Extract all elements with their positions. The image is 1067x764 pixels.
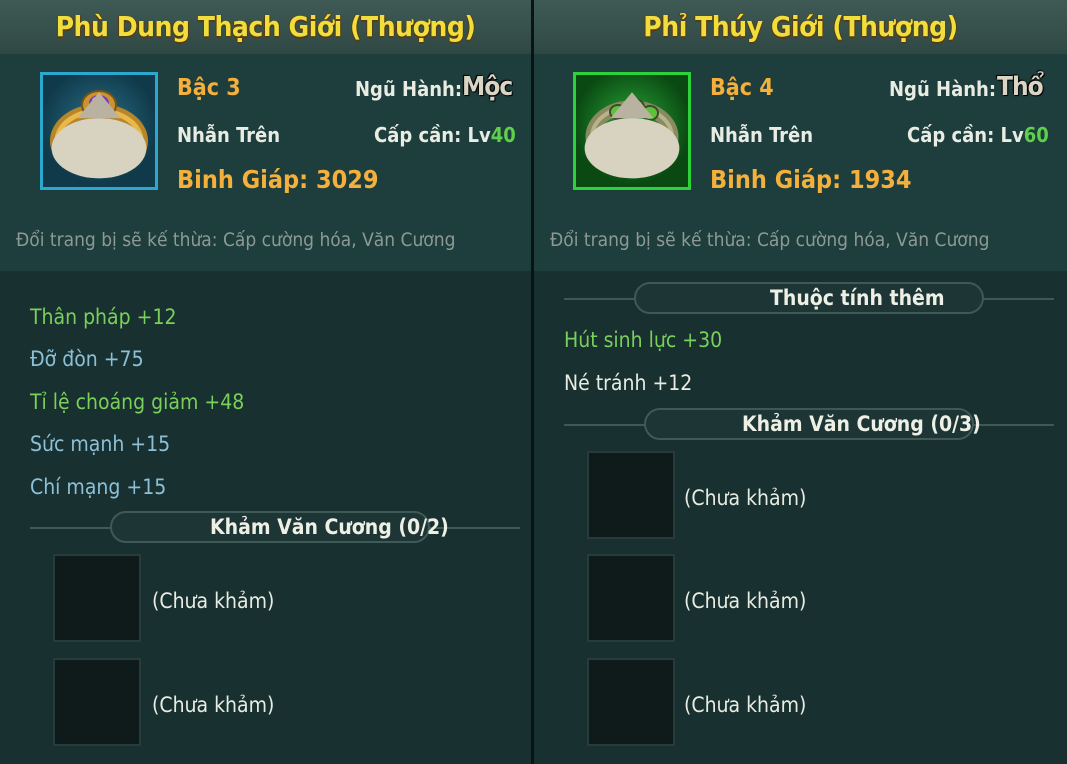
element-value: Thổ — [997, 72, 1044, 102]
element-value: Mộc — [462, 72, 513, 102]
socket-status: (Chưa khảm) — [152, 693, 275, 717]
stat-line: Tỉ lệ choáng giảm +48 — [30, 390, 245, 414]
element-label: Ngũ Hành: — [355, 77, 463, 101]
inherit-note: Đổi trang bị sẽ kế thừa: Cấp cường hóa, … — [16, 229, 456, 251]
socket-status: (Chưa khảm) — [152, 589, 275, 613]
socket-section-header: Khảm Văn Cương (0/2) — [30, 511, 520, 545]
stat-line: Hút sinh lực +30 — [564, 328, 723, 352]
stat-line: Sức mạnh +15 — [30, 432, 171, 456]
level-requirement: Cấp cần: Lv40 — [374, 123, 516, 147]
item-name: Phỉ Thúy Giới (Thượng) — [643, 10, 958, 43]
item-tier: Bậc 3 — [177, 75, 241, 101]
stat-line: Thân pháp +12 — [30, 305, 177, 329]
item-icon-frame[interactable] — [573, 72, 691, 190]
inherit-note: Đổi trang bị sẽ kế thừa: Cấp cường hóa, … — [550, 229, 990, 251]
item-tier: Bậc 4 — [710, 75, 774, 101]
socket-slot[interactable] — [587, 658, 675, 746]
item-name: Phù Dung Thạch Giới (Thượng) — [55, 10, 476, 43]
item-tooltip-left: Phù Dung Thạch Giới (Thượng) Bậc 3 Ngũ H… — [0, 0, 531, 764]
item-title-bar: Phỉ Thúy Giới (Thượng) — [534, 0, 1067, 54]
socket-slot[interactable] — [587, 554, 675, 642]
item-tooltip-right: Phỉ Thúy Giới (Thượng) Bậc 4 Ngũ Hành: T… — [534, 0, 1067, 764]
element-label: Ngũ Hành: — [889, 77, 997, 101]
item-slot-type: Nhẫn Trên — [177, 123, 281, 147]
item-icon-frame[interactable] — [40, 72, 158, 190]
socket-section-header: Khảm Văn Cương (0/3) — [564, 408, 1054, 442]
level-requirement: Cấp cần: Lv60 — [907, 123, 1049, 147]
armor-value: Binh Giáp: 1934 — [710, 165, 912, 194]
socket-status: (Chưa khảm) — [684, 693, 807, 717]
socket-slot[interactable] — [53, 554, 141, 642]
socket-status: (Chưa khảm) — [684, 486, 807, 510]
socket-slot[interactable] — [587, 451, 675, 539]
socket-slot[interactable] — [53, 658, 141, 746]
bag-icon — [584, 92, 680, 179]
armor-value: Binh Giáp: 3029 — [177, 165, 379, 194]
item-title-bar: Phù Dung Thạch Giới (Thượng) — [0, 0, 531, 54]
bag-icon — [51, 92, 147, 179]
stat-line: Chí mạng +15 — [30, 475, 167, 499]
stat-line: Né tránh +12 — [564, 371, 693, 395]
item-slot-type: Nhẫn Trên — [710, 123, 814, 147]
stat-line: Đỡ đòn +75 — [30, 347, 144, 371]
socket-status: (Chưa khảm) — [684, 589, 807, 613]
extra-attributes-header: Thuộc tính thêm — [564, 282, 1054, 316]
